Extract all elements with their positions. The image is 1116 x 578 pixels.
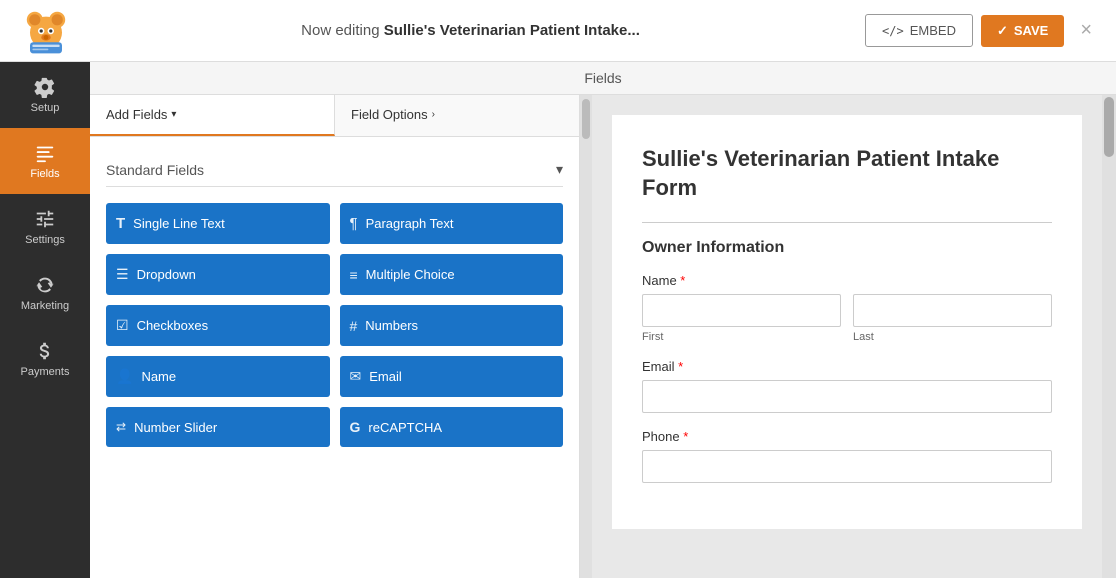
email-icon: ✉ xyxy=(350,368,362,385)
form-divider xyxy=(642,222,1052,223)
phone-input[interactable] xyxy=(642,450,1052,483)
embed-button[interactable]: </> EMBED xyxy=(865,14,973,47)
sidebar-item-fields-label: Fields xyxy=(30,168,59,180)
header-actions: </> EMBED ✓ SAVE × xyxy=(865,14,1100,47)
form-field-phone: Phone * xyxy=(642,429,1052,483)
name-row: First Last xyxy=(642,294,1052,343)
form-field-name: Name * First Last xyxy=(642,273,1052,343)
field-btn-recaptcha[interactable]: G reCAPTCHA xyxy=(340,407,564,447)
sidebar-item-payments-label: Payments xyxy=(21,366,70,378)
multiple-choice-icon: ≡ xyxy=(350,267,358,283)
name-last-group: Last xyxy=(853,294,1052,343)
embed-icon: </> xyxy=(882,24,904,38)
number-slider-icon: ⇄ xyxy=(116,420,126,434)
field-btn-paragraph-text[interactable]: ¶ Paragraph Text xyxy=(340,203,564,244)
dropdown-icon: ☰ xyxy=(116,266,129,283)
app-logo xyxy=(16,7,76,55)
form-field-email: Email * xyxy=(642,359,1052,413)
settings-icon xyxy=(34,208,56,230)
left-panel-scrollbar[interactable] xyxy=(580,95,592,578)
fields-body: Add Fields ▾ Field Options › Standard Fi… xyxy=(90,95,1116,578)
form-field-name-label: Name * xyxy=(642,273,1052,288)
form-title: Sullie's Veterinarian Patient Intake For… xyxy=(642,145,1052,202)
content-area: Fields Add Fields ▾ Field Options › xyxy=(90,62,1116,578)
sidebar-item-setup[interactable]: Setup xyxy=(0,62,90,128)
numbers-icon: # xyxy=(350,318,358,334)
main-layout: Setup Fields Settings Marketing xyxy=(0,62,1116,578)
marketing-icon xyxy=(34,274,56,296)
field-btn-dropdown[interactable]: ☰ Dropdown xyxy=(106,254,330,295)
tab-add-fields[interactable]: Add Fields ▾ xyxy=(90,95,335,136)
recaptcha-icon: G xyxy=(350,419,361,435)
field-btn-single-line-text[interactable]: T Single Line Text xyxy=(106,203,330,244)
name-last-label: Last xyxy=(853,331,1052,343)
field-btn-name[interactable]: 👤 Name xyxy=(106,356,330,397)
form-preview-panel: Sullie's Veterinarian Patient Intake For… xyxy=(592,95,1102,578)
sidebar-item-fields[interactable]: Fields xyxy=(0,128,90,194)
tab-field-options[interactable]: Field Options › xyxy=(335,95,579,136)
top-header: Now editing Sullie's Veterinarian Patien… xyxy=(0,0,1116,62)
standard-fields-label: Standard Fields xyxy=(106,162,204,178)
checkboxes-icon: ☑ xyxy=(116,317,129,334)
chevron-down-icon: ▾ xyxy=(171,109,176,120)
payments-icon xyxy=(34,340,56,362)
sidebar-item-marketing-label: Marketing xyxy=(21,300,69,312)
left-panel: Add Fields ▾ Field Options › Standard Fi… xyxy=(90,95,580,578)
fields-header-label: Fields xyxy=(584,70,621,86)
form-name: Sullie's Veterinarian Patient Intake... xyxy=(384,22,640,39)
left-sidebar: Setup Fields Settings Marketing xyxy=(0,62,90,578)
fields-icon xyxy=(34,142,56,164)
right-panel-scrollbar[interactable] xyxy=(1102,95,1116,578)
email-input[interactable] xyxy=(642,380,1052,413)
form-field-phone-label: Phone * xyxy=(642,429,1052,444)
name-first-group: First xyxy=(642,294,841,343)
name-first-label: First xyxy=(642,331,841,343)
field-btn-email[interactable]: ✉ Email xyxy=(340,356,564,397)
single-line-text-icon: T xyxy=(116,215,125,232)
field-btn-numbers[interactable]: # Numbers xyxy=(340,305,564,346)
chevron-right-icon: › xyxy=(432,109,435,120)
gear-icon xyxy=(34,76,56,98)
sidebar-item-settings-label: Settings xyxy=(25,234,65,246)
sidebar-item-settings[interactable]: Settings xyxy=(0,194,90,260)
close-button[interactable]: × xyxy=(1072,15,1100,46)
editing-title: Now editing Sullie's Veterinarian Patien… xyxy=(76,22,865,39)
form-section-owner: Owner Information xyxy=(642,239,1052,257)
panel-body: Standard Fields ▾ T Single Line Text ¶ P… xyxy=(90,137,579,578)
paragraph-text-icon: ¶ xyxy=(350,215,358,232)
standard-fields-header: Standard Fields ▾ xyxy=(106,153,563,187)
sidebar-item-setup-label: Setup xyxy=(31,102,60,114)
name-first-input[interactable] xyxy=(642,294,841,327)
save-button[interactable]: ✓ SAVE xyxy=(981,15,1064,47)
field-btn-multiple-choice[interactable]: ≡ Multiple Choice xyxy=(340,254,564,295)
fields-header: Fields xyxy=(90,62,1116,95)
scrollbar-thumb xyxy=(1104,97,1114,157)
sidebar-item-payments[interactable]: Payments xyxy=(0,326,90,392)
field-btn-number-slider[interactable]: ⇄ Number Slider xyxy=(106,407,330,447)
section-chevron-icon: ▾ xyxy=(556,161,563,178)
fields-grid: T Single Line Text ¶ Paragraph Text ☰ Dr… xyxy=(106,203,563,447)
field-btn-checkboxes[interactable]: ☑ Checkboxes xyxy=(106,305,330,346)
sidebar-item-marketing[interactable]: Marketing xyxy=(0,260,90,326)
check-icon: ✓ xyxy=(997,23,1008,39)
form-field-email-label: Email * xyxy=(642,359,1052,374)
panel-tabs: Add Fields ▾ Field Options › xyxy=(90,95,579,137)
editing-prefix: Now editing xyxy=(301,22,384,39)
form-preview: Sullie's Veterinarian Patient Intake For… xyxy=(612,115,1082,529)
name-icon: 👤 xyxy=(116,368,133,385)
name-last-input[interactable] xyxy=(853,294,1052,327)
